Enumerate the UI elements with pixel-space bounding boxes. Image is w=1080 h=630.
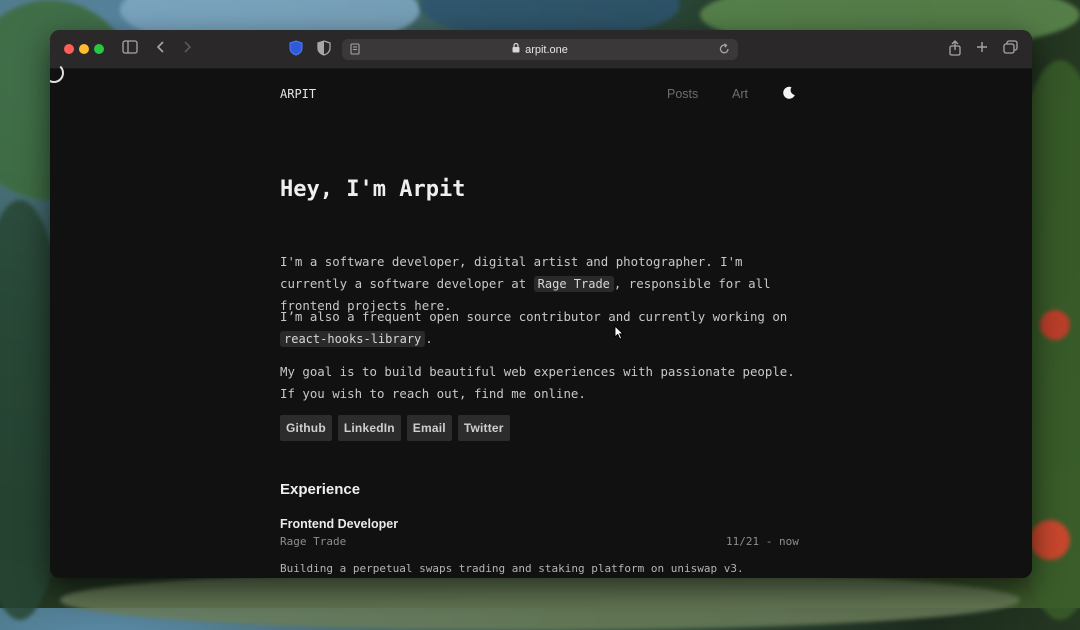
- share-icon[interactable]: [948, 40, 962, 61]
- zoom-window-button[interactable]: [94, 44, 104, 54]
- goal-paragraph: My goal is to build beautiful web experi…: [280, 364, 795, 401]
- tab-overview-icon[interactable]: [1003, 40, 1018, 59]
- web-page: ARPIT Posts Art Hey, I'm Arpit I'm a sof…: [50, 63, 1032, 578]
- twitter-link[interactable]: Twitter: [457, 415, 510, 441]
- page-title: Hey, I'm Arpit: [280, 177, 466, 202]
- close-window-button[interactable]: [64, 44, 74, 54]
- social-links: Github LinkedIn Email Twitter: [280, 415, 510, 441]
- project-link[interactable]: react-hooks-library: [280, 330, 426, 347]
- mouse-cursor-icon: [614, 324, 625, 344]
- open-source-text-start: I’m also a frequent open source contribu…: [280, 309, 788, 324]
- forward-icon[interactable]: [182, 40, 192, 59]
- linkedin-link[interactable]: LinkedIn: [337, 415, 401, 441]
- email-link[interactable]: Email: [406, 415, 452, 441]
- dark-mode-toggle-icon[interactable]: [782, 85, 796, 99]
- company-link[interactable]: Rage Trade: [533, 275, 614, 292]
- lock-icon: [512, 42, 520, 56]
- open-source-text-end: .: [425, 330, 433, 346]
- experience-company: Rage Trade: [280, 535, 347, 548]
- privacy-shield-icon[interactable]: [317, 40, 331, 61]
- browser-window: arpit.one ARPIT Posts Art Hey, I'm Arpit…: [50, 30, 1032, 578]
- extension-shield-icon[interactable]: [289, 40, 303, 61]
- sidebar-toggle-icon[interactable]: [122, 40, 138, 59]
- nav-link-posts[interactable]: Posts: [667, 87, 698, 101]
- minimize-window-button[interactable]: [79, 44, 89, 54]
- experience-dates: 11/21 - now: [726, 535, 799, 548]
- spinner-icon: [50, 63, 64, 83]
- site-logo[interactable]: ARPIT: [280, 87, 316, 101]
- experience-description: Building a perpetual swaps trading and s…: [280, 562, 744, 575]
- back-icon[interactable]: [156, 40, 166, 59]
- experience-heading: Experience: [280, 481, 361, 498]
- nav-link-art[interactable]: Art: [732, 87, 748, 101]
- browser-toolbar: arpit.one: [50, 30, 1032, 69]
- reader-icon[interactable]: [350, 43, 360, 58]
- experience-role: Frontend Developer: [280, 517, 399, 531]
- open-source-paragraph: I’m also a frequent open source contribu…: [280, 306, 800, 350]
- new-tab-icon[interactable]: [976, 40, 988, 58]
- reload-icon[interactable]: [719, 43, 730, 58]
- address-bar[interactable]: arpit.one: [342, 39, 738, 60]
- url-text[interactable]: arpit.one: [525, 44, 568, 56]
- github-link[interactable]: Github: [280, 415, 332, 441]
